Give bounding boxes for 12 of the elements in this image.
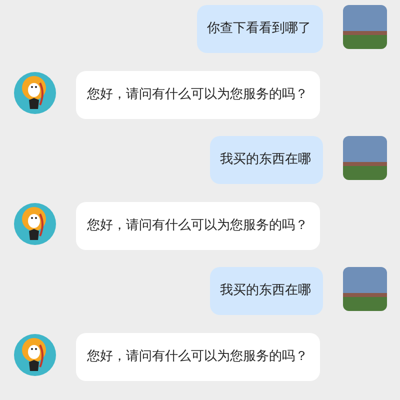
- sent-message-bubble: 我买的东西在哪: [210, 136, 323, 184]
- lion-mascot-avatar: [13, 332, 57, 376]
- sent-message-bubble: 我买的东西在哪: [210, 267, 323, 315]
- received-message-bubble: 您好，请问有什么可以为您服务的吗？: [76, 202, 320, 250]
- user-avatar-photo: [343, 267, 387, 311]
- sent-message-bubble: 你查下看看到哪了: [197, 5, 323, 53]
- user-avatar-photo: [343, 5, 387, 49]
- user-avatar-photo: [343, 136, 387, 180]
- received-message-bubble: 您好，请问有什么可以为您服务的吗？: [76, 332, 320, 380]
- lion-mascot-avatar: [13, 70, 57, 114]
- lion-mascot-avatar: [13, 202, 57, 246]
- received-message-bubble: 您好，请问有什么可以为您服务的吗？: [76, 70, 320, 118]
